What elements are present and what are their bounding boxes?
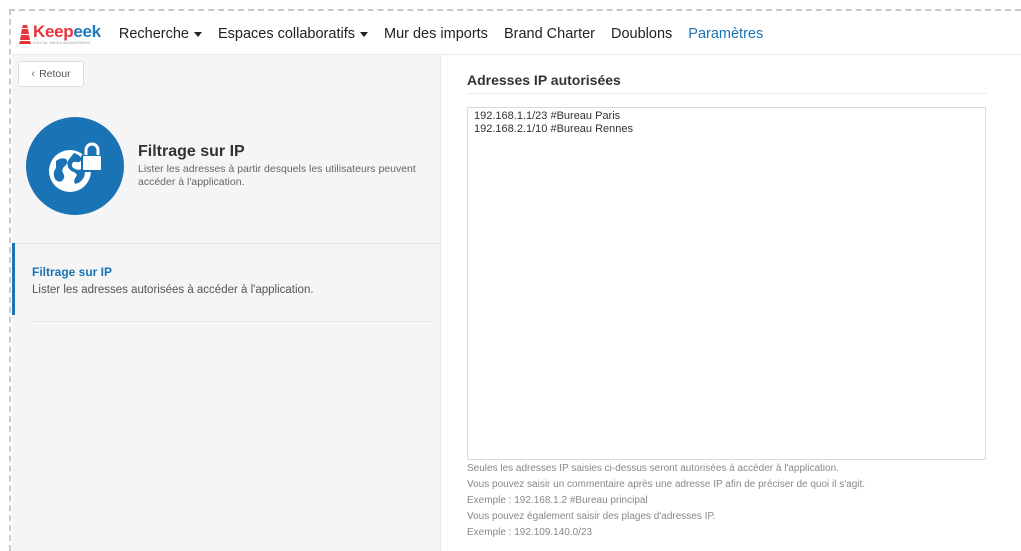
nav-recherche[interactable]: Recherche	[119, 26, 202, 42]
nav-parametres[interactable]: Paramètres	[688, 26, 763, 42]
help-line: Exemple : 192.168.1.2 #Bureau principal	[467, 495, 648, 506]
globe-lock-icon	[26, 117, 124, 215]
back-button[interactable]: ‹ Retour	[18, 61, 84, 87]
page-title: Filtrage sur IP	[138, 143, 245, 160]
divider	[32, 321, 432, 322]
chevron-left-icon: ‹	[31, 68, 36, 80]
lighthouse-icon	[19, 25, 31, 44]
help-line: Seules les adresses IP saisies ci-dessus…	[467, 463, 839, 474]
divider	[467, 93, 987, 94]
section-title: Adresses IP autorisées	[467, 72, 621, 88]
frame-left-edge	[9, 9, 11, 551]
sidebar-item-filtrage-ip[interactable]: Filtrage sur IP Lister les adresses auto…	[12, 243, 440, 315]
ip-addresses-textarea[interactable]	[467, 107, 986, 460]
help-line: Vous pouvez saisir un commentaire après …	[467, 479, 866, 490]
nav-brand-charter[interactable]: Brand Charter	[504, 26, 595, 42]
logo-tagline: DIGITAL MEDIA MANAGEMENT	[33, 41, 92, 45]
help-text: Seules les adresses IP saisies ci-dessus…	[467, 461, 1007, 541]
keepeek-logo[interactable]: Keepeek DIGITAL MEDIA MANAGEMENT	[18, 14, 101, 54]
sidebar-item-description: Lister les adresses autorisées à accéder…	[32, 284, 314, 296]
help-line: Vous pouvez également saisir des plages …	[467, 511, 716, 522]
caret-down-icon	[193, 31, 202, 37]
page-description: Lister les adresses à partir desquels le…	[138, 163, 416, 188]
help-line: Exemple : 192.109.140.0/23	[467, 527, 593, 538]
sidebar-item-title: Filtrage sur IP	[32, 265, 113, 279]
section-header: Filtrage sur IP Lister les adresses à pa…	[26, 117, 436, 217]
caret-down-icon	[359, 31, 368, 37]
frame-top-edge	[9, 9, 1021, 11]
ip-settings-panel: Adresses IP autorisées Seules les adress…	[441, 55, 1021, 551]
active-indicator	[12, 243, 15, 315]
nav-espaces-collaboratifs[interactable]: Espaces collaboratifs	[218, 26, 368, 42]
top-navigation: Keepeek DIGITAL MEDIA MANAGEMENT Recherc…	[12, 14, 1021, 55]
logo-wordmark: Keepeek	[33, 22, 101, 41]
nav-mur-des-imports[interactable]: Mur des imports	[384, 26, 488, 42]
nav-doublons[interactable]: Doublons	[611, 26, 672, 42]
settings-sidebar: ‹ Retour Filtrage sur IP Lister les adre…	[12, 55, 441, 551]
